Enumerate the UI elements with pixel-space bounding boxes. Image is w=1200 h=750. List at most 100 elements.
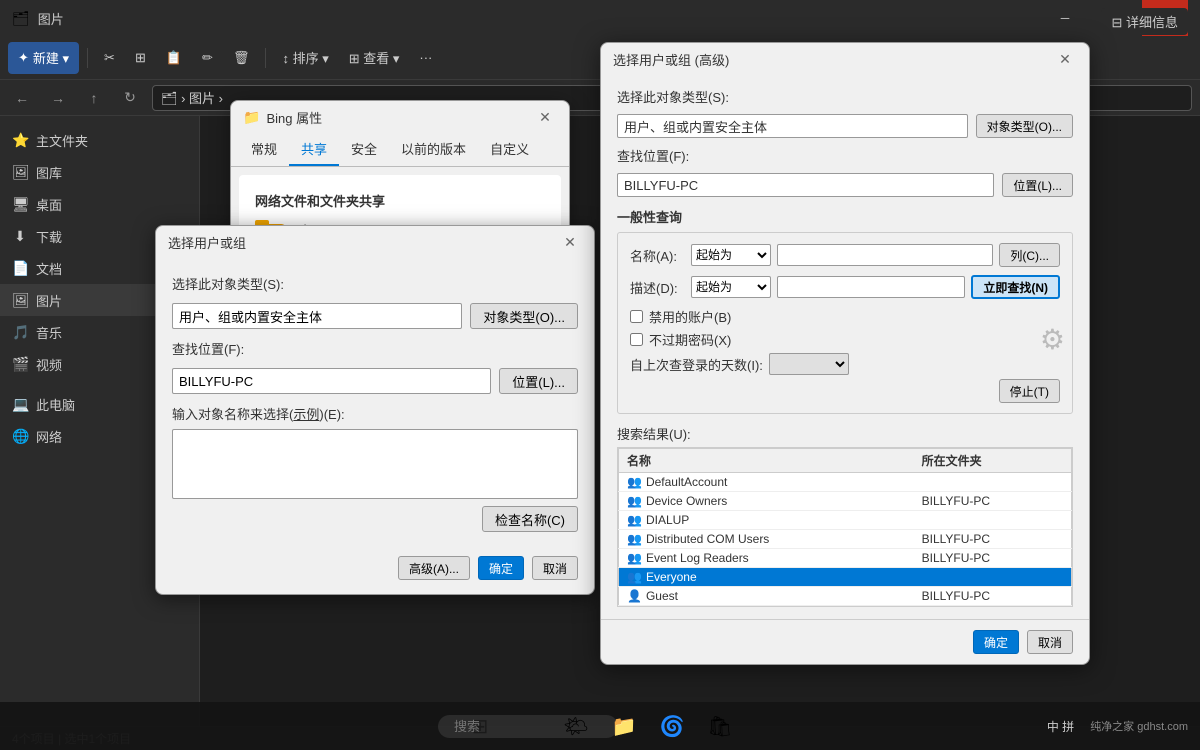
adv-dialog-titlebar: 选择用户或组 (高级) ✕ xyxy=(601,43,1089,75)
adv-object-type-input[interactable] xyxy=(617,114,968,138)
home-icon: ⭐ xyxy=(12,132,28,149)
table-row[interactable]: 👥DefaultAccount xyxy=(619,473,1072,492)
desc-query-input[interactable] xyxy=(777,276,965,298)
small-ok-btn[interactable]: 确定 xyxy=(478,556,524,580)
more-button[interactable]: ··· xyxy=(411,42,440,74)
cut-button[interactable]: ✂ xyxy=(96,42,123,74)
refresh-button[interactable]: ↻ xyxy=(116,84,144,112)
adv-object-type-label-row: 选择此对象类型(S): xyxy=(617,87,1073,106)
object-type-row: 选择此对象类型(S): xyxy=(172,274,578,293)
last-login-row: 自上次查登录的天数(I): xyxy=(630,353,1060,375)
minimize-btn[interactable]: ─ xyxy=(1042,0,1088,36)
taskbar-edge[interactable]: 🌀 xyxy=(650,704,694,748)
view-button[interactable]: ⊞ 查看 ▾ xyxy=(341,42,408,74)
up-button[interactable]: ↑ xyxy=(80,84,108,112)
back-button[interactable]: ← xyxy=(8,84,36,112)
object-type-input[interactable] xyxy=(172,303,462,329)
no-expire-pwd-row: 不过期密码(X) xyxy=(630,330,1060,349)
adv-location-label: 查找位置(F): xyxy=(617,146,689,165)
check-names-btn[interactable]: 检查名称(C) xyxy=(482,506,578,532)
sidebar-label-home: 主文件夹 xyxy=(36,131,88,150)
bing-props-close[interactable]: ✕ xyxy=(533,105,557,129)
sort-button[interactable]: ↕ 排序 ▾ xyxy=(274,42,336,74)
table-row[interactable]: 👥GuestsBILLYFU-PC xyxy=(619,606,1072,608)
find-now-btn[interactable]: 立即查找(N) xyxy=(971,275,1060,299)
select-user-adv-dialog: 选择用户或组 (高级) ✕ 选择此对象类型(S): 对象类型(O)... 查找位… xyxy=(600,42,1090,665)
copy-button[interactable]: ⊞ xyxy=(127,42,154,74)
sidebar-item-gallery[interactable]: 🖼 图库 xyxy=(0,156,199,188)
table-row[interactable]: 👥Event Log ReadersBILLYFU-PC xyxy=(619,549,1072,568)
select-user-small-close[interactable]: ✕ xyxy=(558,230,582,254)
adv-ok-btn[interactable]: 确定 xyxy=(973,630,1019,654)
pictures-icon: 🖼 xyxy=(12,292,28,309)
disabled-accounts-check[interactable] xyxy=(630,310,643,323)
disabled-accounts-label: 禁用的账户(B) xyxy=(649,307,731,326)
advanced-btn[interactable]: 高级(A)... xyxy=(398,556,470,580)
table-row[interactable]: 👥Everyone xyxy=(619,568,1072,587)
sidebar-label-desktop: 桌面 xyxy=(36,195,62,214)
rename-button[interactable]: ✏ xyxy=(194,42,221,74)
name-query-label: 名称(A): xyxy=(630,246,685,265)
list-cols-btn[interactable]: 列(C)... xyxy=(999,243,1060,267)
new-button[interactable]: ✦ 新建 ▾ xyxy=(8,42,79,74)
table-row[interactable]: 👥Device OwnersBILLYFU-PC xyxy=(619,492,1072,511)
gallery-icon: 🖼 xyxy=(12,164,28,181)
taskbar-lang: 中 拼 xyxy=(1047,718,1074,735)
toolbar-separator xyxy=(87,48,88,68)
paste-button[interactable]: 📋 xyxy=(158,42,190,74)
no-expire-pwd-label: 不过期密码(X) xyxy=(649,330,731,349)
adv-location-input[interactable] xyxy=(617,173,994,197)
sidebar-item-desktop[interactable]: 🖥 桌面 xyxy=(0,188,199,220)
explorer-taskbar-icon: 📁 xyxy=(612,714,637,739)
location-btn[interactable]: 位置(L)... xyxy=(499,368,578,394)
search-spinner: ⚙ xyxy=(1040,323,1065,356)
enter-label: 输入对象名称来选择(示例)(E): xyxy=(172,407,345,422)
forward-button[interactable]: → xyxy=(44,84,72,112)
results-scroll[interactable]: 名称 所在文件夹 👥DefaultAccount👥Device OwnersBI… xyxy=(617,447,1073,607)
taskbar-explorer[interactable]: 📁 xyxy=(602,704,646,748)
tab-sharing[interactable]: 共享 xyxy=(289,133,339,166)
taskbar-widget[interactable]: 🌤 xyxy=(554,704,598,748)
tab-previous[interactable]: 以前的版本 xyxy=(389,133,478,166)
new-icon: ✦ xyxy=(18,50,29,66)
taskbar-search-item[interactable] xyxy=(506,704,550,748)
object-type-btn[interactable]: 对象类型(O)... xyxy=(470,303,578,329)
small-cancel-btn[interactable]: 取消 xyxy=(532,556,578,580)
adv-dialog-close[interactable]: ✕ xyxy=(1053,47,1077,71)
detail-pane-button[interactable]: ⊟ 详细信息 xyxy=(1101,8,1188,35)
sidebar-item-home[interactable]: ⭐ 主文件夹 xyxy=(0,124,199,156)
edge-icon: 🌀 xyxy=(660,714,685,739)
last-login-select[interactable] xyxy=(769,353,849,375)
adv-object-type-btn[interactable]: 对象类型(O)... xyxy=(976,114,1073,138)
tab-general[interactable]: 常规 xyxy=(239,133,289,166)
adv-location-row: 位置(L)... xyxy=(617,173,1073,197)
table-row[interactable]: 👥Distributed COM UsersBILLYFU-PC xyxy=(619,530,1072,549)
no-expire-pwd-check[interactable] xyxy=(630,333,643,346)
tab-custom[interactable]: 自定义 xyxy=(478,133,541,166)
table-row[interactable]: 👥DIALUP xyxy=(619,511,1072,530)
desktop-icon: 🖥 xyxy=(12,196,28,213)
tab-security[interactable]: 安全 xyxy=(339,133,389,166)
table-row[interactable]: 👤GuestBILLYFU-PC xyxy=(619,587,1072,606)
last-login-label: 自上次查登录的天数(I): xyxy=(630,355,763,374)
explorer-icon: 🗂 xyxy=(12,10,30,27)
adv-location-label-row: 查找位置(F): xyxy=(617,146,1073,165)
name-query-input[interactable] xyxy=(777,244,993,266)
desc-starts-select[interactable]: 起始为 xyxy=(691,276,771,298)
adv-cancel-btn[interactable]: 取消 xyxy=(1027,630,1073,654)
location-input[interactable] xyxy=(172,368,491,394)
stop-btn[interactable]: 停止(T) xyxy=(999,379,1060,403)
videos-icon: 🎬 xyxy=(12,356,28,373)
name-textarea[interactable] xyxy=(172,429,578,499)
object-type-label: 选择此对象类型(S): xyxy=(172,274,284,293)
adv-location-btn[interactable]: 位置(L)... xyxy=(1002,173,1073,197)
search-results-label: 搜索结果(U): xyxy=(617,424,1073,443)
select-user-small-footer: 高级(A)... 确定 取消 xyxy=(156,548,594,594)
delete-button[interactable]: 🗑 xyxy=(225,42,258,74)
bing-props-icon: 📁 xyxy=(243,109,260,126)
general-query-title: 一般性查询 xyxy=(617,207,1073,226)
name-starts-select[interactable]: 起始为 xyxy=(691,244,771,266)
location-label: 查找位置(F): xyxy=(172,339,262,358)
taskbar-store[interactable]: 🛍 xyxy=(698,704,742,748)
location-value-row: 位置(L)... xyxy=(172,368,578,394)
